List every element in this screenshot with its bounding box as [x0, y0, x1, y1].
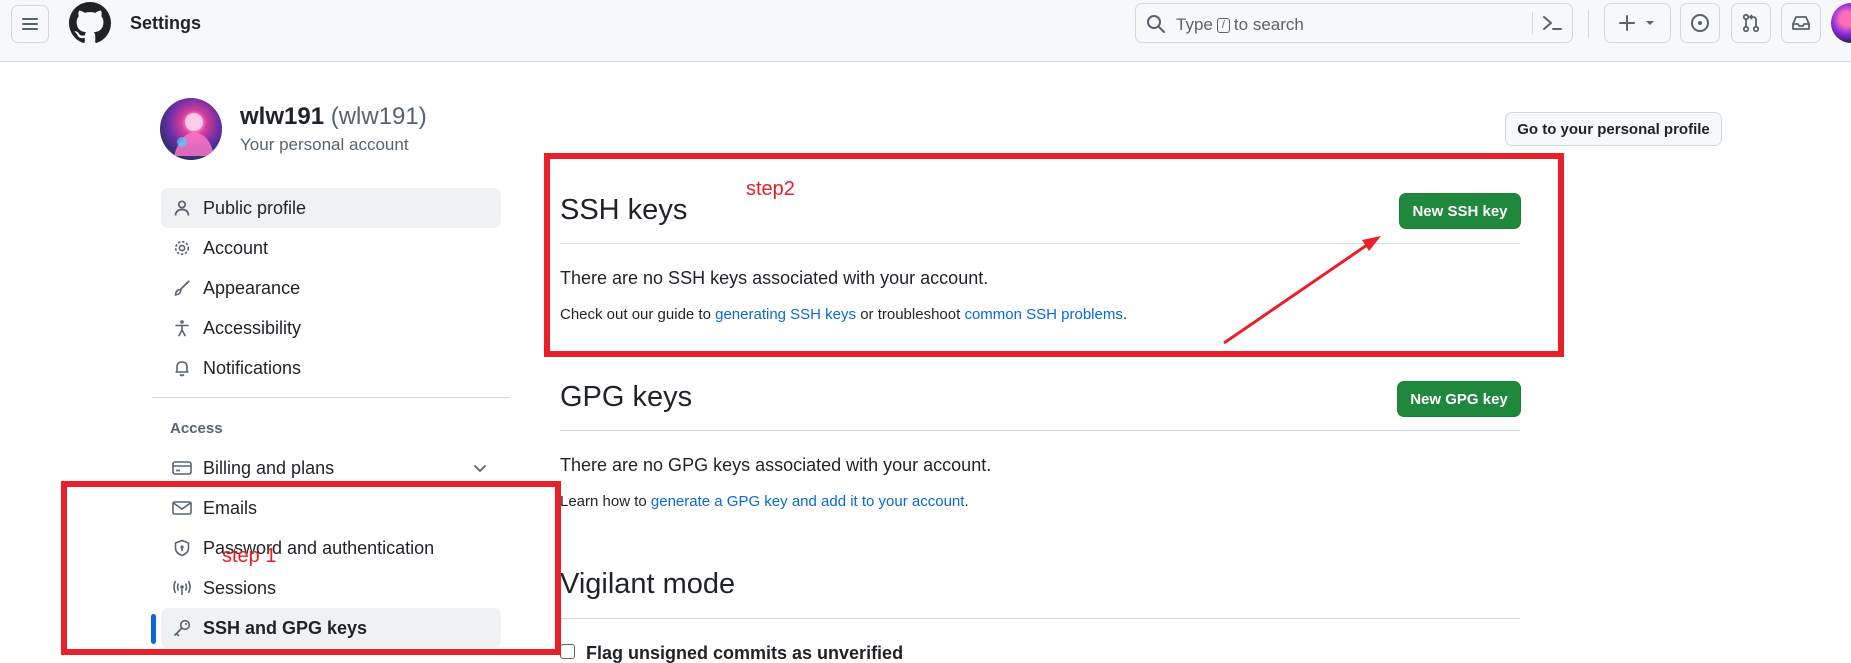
- gear-icon: [174, 240, 190, 256]
- search-divider: [1532, 12, 1533, 34]
- triangle-down-icon: [1645, 21, 1654, 25]
- flag-unsigned-commits-label[interactable]: Flag unsigned commits as unverified: [586, 643, 903, 663]
- sidebar-item-label: Billing and plans: [203, 457, 335, 478]
- notifications-inbox-button[interactable]: [1781, 3, 1821, 43]
- paintbrush-icon: [174, 280, 190, 296]
- person-icon: [174, 200, 190, 216]
- credit-card-icon: [172, 461, 192, 475]
- search-input[interactable]: Type / to search: [1135, 3, 1573, 43]
- sidebar-item-appearance[interactable]: Appearance: [161, 268, 501, 308]
- bell-icon: [175, 361, 189, 377]
- sidebar-heading-access: Access: [170, 420, 223, 437]
- user-avatar-menu[interactable]: [1831, 3, 1851, 43]
- git-pull-request-icon: [1742, 13, 1760, 33]
- step1-annotation: step 1: [222, 545, 277, 567]
- command-palette-icon[interactable]: [1541, 13, 1563, 33]
- sidebar-item-label: Accessibility: [203, 317, 302, 338]
- search-placeholder: Type / to search: [1176, 15, 1304, 34]
- gpg-keys-title: GPG keys: [560, 381, 693, 413]
- avatar-image: [174, 113, 214, 156]
- generate-gpg-key-link[interactable]: generate a GPG key and add it to your ac…: [651, 493, 965, 510]
- issues-button[interactable]: [1680, 3, 1720, 43]
- sidebar-item-public-profile[interactable]: Public profile: [161, 188, 501, 228]
- sidebar-item-accessibility[interactable]: Accessibility: [161, 308, 501, 348]
- create-new-button[interactable]: [1604, 3, 1671, 43]
- account-subtitle: Your personal account: [240, 135, 409, 154]
- sidebar-item-label: Appearance: [203, 277, 301, 298]
- step2-highlight-box: [544, 153, 1564, 357]
- sidebar-item-label: Notifications: [203, 357, 302, 378]
- hamburger-menu-button[interactable]: [11, 5, 49, 43]
- header-title: Settings: [130, 13, 202, 33]
- new-gpg-key-button[interactable]: New GPG key: [1397, 381, 1521, 417]
- sidebar-item-account[interactable]: Account: [161, 228, 501, 268]
- inbox-icon: [1792, 16, 1810, 30]
- sidebar-divider: [152, 397, 509, 398]
- gpg-empty-message: There are no GPG keys associated with yo…: [560, 455, 992, 475]
- hamburger-icon: [22, 18, 38, 30]
- gpg-section-divider: [560, 430, 1520, 431]
- sidebar-item-notifications[interactable]: Notifications: [161, 348, 501, 388]
- vigilant-mode-title: Vigilant mode: [560, 568, 736, 600]
- chevron-down-icon[interactable]: [472, 460, 488, 476]
- flag-unsigned-commits-checkbox[interactable]: [560, 644, 575, 659]
- issue-opened-icon: [1691, 14, 1709, 32]
- plus-icon: [1618, 15, 1635, 31]
- sidebar-item-label: Public profile: [203, 197, 307, 218]
- header-divider: [1588, 10, 1589, 38]
- github-logo-icon[interactable]: [69, 2, 111, 44]
- avatar[interactable]: [160, 98, 222, 160]
- gpg-learn-text: Learn how to generate a GPG key and add …: [560, 493, 969, 510]
- search-shortcut-key: /: [1216, 18, 1230, 33]
- go-to-profile-button[interactable]: Go to your personal profile: [1505, 112, 1722, 146]
- step2-annotation: step2: [746, 178, 795, 200]
- sidebar-item-label: Account: [203, 237, 269, 258]
- vigilant-section-divider: [560, 618, 1520, 619]
- search-icon: [1147, 15, 1165, 33]
- step1-highlight-box: [61, 481, 561, 655]
- top-header: Settings Type / to search: [0, 0, 1851, 62]
- pull-requests-button[interactable]: [1731, 3, 1771, 43]
- accessibility-icon: [175, 320, 189, 337]
- account-name[interactable]: wlw191 (wlw191): [240, 103, 427, 131]
